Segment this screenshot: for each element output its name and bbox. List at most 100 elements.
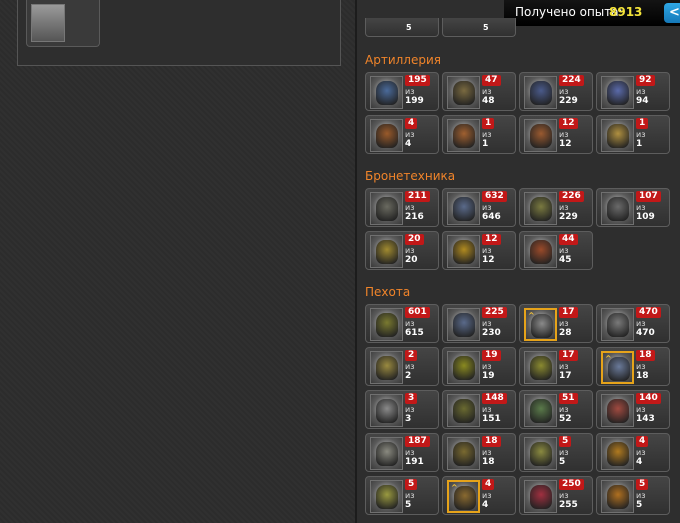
unit-thumbnail: [447, 394, 480, 427]
unit-total: 151: [482, 414, 501, 424]
unit-card[interactable]: 632 из 646: [442, 188, 516, 227]
unit-card[interactable]: 17 из 17: [519, 347, 593, 386]
unit-total: 615: [405, 328, 424, 338]
unit-thumbnail: [601, 480, 634, 513]
unit-card[interactable]: 47 из 48: [442, 72, 516, 111]
unit-card[interactable]: 4 из 4: [365, 115, 439, 154]
experience-bar: Получено опыта: 8913 <: [504, 0, 680, 26]
unit-card-partial[interactable]: 5: [442, 18, 516, 37]
unit-total: 4: [405, 139, 412, 149]
unit-card[interactable]: ^ 4 из 4: [442, 476, 516, 515]
unit-card[interactable]: 470 из 470: [596, 304, 670, 343]
unit-card[interactable]: 19 из 19: [442, 347, 516, 386]
unit-figure: [530, 197, 552, 221]
unit-card[interactable]: ^ 17 из 28: [519, 304, 593, 343]
unit-total: 52: [559, 414, 572, 424]
unit-figure: [530, 356, 552, 380]
unit-card[interactable]: 3 из 3: [365, 390, 439, 429]
unit-card[interactable]: 211 из 216: [365, 188, 439, 227]
unit-card[interactable]: 51 из 52: [519, 390, 593, 429]
unit-card[interactable]: 12 из 12: [442, 231, 516, 270]
unit-card[interactable]: 18 из 18: [442, 433, 516, 472]
of-label: из: [482, 246, 492, 255]
of-label: из: [559, 319, 569, 328]
unit-count-badge: 5: [559, 436, 572, 447]
unit-total: 18: [482, 457, 495, 467]
unit-total: 1: [482, 139, 489, 149]
unit-figure: [530, 81, 552, 105]
of-label: из: [482, 405, 492, 414]
unit-count-badge: 632: [482, 191, 507, 202]
unit-thumbnail: [601, 394, 634, 427]
unit-card[interactable]: 250 из 255: [519, 476, 593, 515]
of-label: из: [405, 203, 415, 212]
unit-total: 230: [482, 328, 501, 338]
unit-card[interactable]: 5 из 5: [596, 476, 670, 515]
of-label: из: [559, 203, 569, 212]
unit-thumbnail: [447, 192, 480, 225]
unit-count-badge: 4: [636, 436, 649, 447]
unit-card[interactable]: 140 из 143: [596, 390, 670, 429]
unit-total: 45: [559, 255, 572, 265]
unit-total: 470: [636, 328, 655, 338]
unit-card[interactable]: 1 из 1: [596, 115, 670, 154]
unit-total: 19: [482, 371, 495, 381]
unit-count-badge: 51: [559, 393, 578, 404]
section-title: Бронетехника: [365, 169, 456, 183]
unit-count-badge: 2: [405, 350, 418, 361]
unit-total: 18: [636, 371, 649, 381]
unit-figure: [530, 399, 552, 423]
unit-card[interactable]: 225 из 230: [442, 304, 516, 343]
unit-card[interactable]: 224 из 229: [519, 72, 593, 111]
unit-thumbnail: [447, 437, 480, 470]
of-label: из: [482, 362, 492, 371]
of-label: из: [636, 448, 646, 457]
unit-card[interactable]: 226 из 229: [519, 188, 593, 227]
unit-card-partial[interactable]: 5: [365, 18, 439, 37]
unit-count-badge: 12: [559, 118, 578, 129]
unit-figure: [376, 124, 398, 148]
unit-count-badge: 5: [405, 479, 418, 490]
unit-card[interactable]: ^ 18 из 18: [596, 347, 670, 386]
unit-figure: [530, 442, 552, 466]
unit-card[interactable]: 601 из 615: [365, 304, 439, 343]
unit-count-badge: 4: [405, 118, 418, 129]
unit-card[interactable]: 92 из 94: [596, 72, 670, 111]
unit-count-badge: 47: [482, 75, 501, 86]
of-label: из: [405, 130, 415, 139]
unit-thumbnail: [447, 308, 480, 341]
experience-label: Получено опыта:: [515, 5, 623, 19]
of-label: из: [405, 362, 415, 371]
unit-count-badge: 20: [405, 234, 424, 245]
unit-card[interactable]: 1 из 1: [442, 115, 516, 154]
unit-card[interactable]: 12 из 12: [519, 115, 593, 154]
unit-thumbnail: [601, 437, 634, 470]
of-label: из: [405, 246, 415, 255]
unit-figure: [453, 124, 475, 148]
unit-count-badge: 107: [636, 191, 661, 202]
unit-card[interactable]: 4 из 4: [596, 433, 670, 472]
of-label: из: [636, 491, 646, 500]
unit-thumbnail: [524, 119, 557, 152]
unit-total: 109: [636, 212, 655, 222]
unit-figure: [453, 81, 475, 105]
unit-total: 2: [405, 371, 412, 381]
collapse-arrow-icon[interactable]: <: [664, 3, 680, 23]
unit-figure: [607, 399, 629, 423]
of-label: из: [482, 130, 492, 139]
unit-card[interactable]: 5 из 5: [519, 433, 593, 472]
unit-card[interactable]: 5 из 5: [365, 476, 439, 515]
left-unit-card[interactable]: [26, 0, 100, 47]
unit-count-badge: 187: [405, 436, 430, 447]
unit-card[interactable]: 44 из 45: [519, 231, 593, 270]
unit-thumbnail: [370, 308, 403, 341]
unit-card[interactable]: 195 из 199: [365, 72, 439, 111]
unit-card[interactable]: 187 из 191: [365, 433, 439, 472]
unit-thumbnail: [370, 394, 403, 427]
unit-card[interactable]: 2 из 2: [365, 347, 439, 386]
of-label: из: [636, 87, 646, 96]
unit-card[interactable]: 20 из 20: [365, 231, 439, 270]
unit-card[interactable]: 107 из 109: [596, 188, 670, 227]
unit-thumbnail: [370, 235, 403, 268]
unit-card[interactable]: 148 из 151: [442, 390, 516, 429]
